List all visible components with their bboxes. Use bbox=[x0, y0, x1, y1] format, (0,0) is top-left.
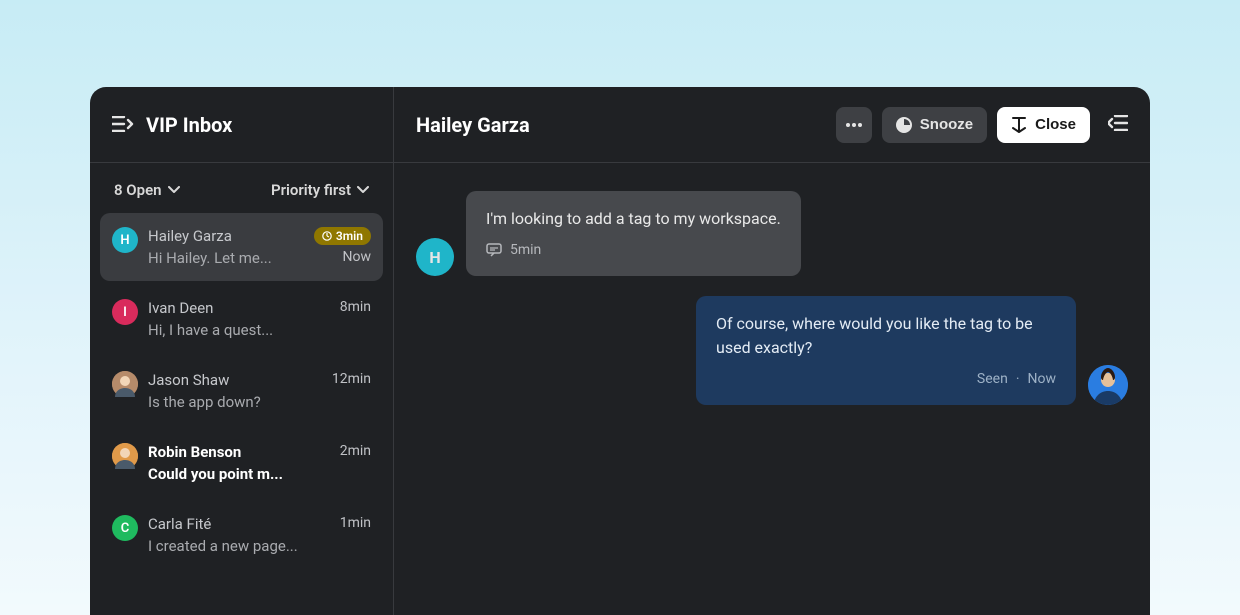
conversation-item[interactable]: C Carla Fité I created a new page... 1min bbox=[100, 501, 383, 569]
conversation-name: Carla Fité bbox=[148, 515, 211, 533]
conversation-side: 12min bbox=[332, 371, 371, 411]
conversation-name: Jason Shaw bbox=[148, 371, 229, 389]
main-header: Hailey Garza Snooze Close bbox=[394, 87, 1150, 163]
sort-filter[interactable]: Priority first bbox=[271, 181, 369, 199]
conversation-title: Hailey Garza bbox=[416, 113, 530, 137]
sort-filter-label: Priority first bbox=[271, 181, 351, 199]
avatar: C bbox=[112, 515, 138, 541]
conversation-name: Hailey Garza bbox=[148, 227, 232, 245]
avatar bbox=[112, 443, 138, 469]
sidebar-header: VIP Inbox bbox=[90, 87, 393, 163]
outgoing-time: Now bbox=[1028, 369, 1057, 389]
conversation-name: Robin Benson bbox=[148, 443, 241, 461]
sla-badge: 3min bbox=[314, 227, 371, 245]
conversation-item[interactable]: I Ivan Deen Hi, I have a quest... 8min bbox=[100, 285, 383, 353]
conversation-side: 2min bbox=[340, 443, 371, 483]
incoming-message-time: 5min bbox=[510, 240, 541, 260]
conversation-preview: Could you point m... bbox=[148, 465, 330, 483]
conversation-list: H Hailey Garza Hi Hailey. Let me... 3min Now… bbox=[90, 213, 393, 569]
conversation-time: 8min bbox=[340, 299, 371, 315]
ellipsis-icon bbox=[846, 123, 862, 127]
archive-icon bbox=[1011, 117, 1027, 133]
incoming-message-row: H I'm looking to add a tag to my workspa… bbox=[416, 191, 1128, 276]
main-panel: Hailey Garza Snooze Close bbox=[394, 87, 1150, 615]
inbox-title: VIP Inbox bbox=[146, 113, 232, 137]
filter-bar: 8 Open Priority first bbox=[90, 163, 393, 213]
incoming-message-bubble: I'm looking to add a tag to my workspace… bbox=[466, 191, 801, 276]
conversation-body: Jason Shaw Is the app down? bbox=[148, 371, 322, 411]
chevron-down-icon bbox=[357, 186, 369, 194]
incoming-message-meta: 5min bbox=[486, 240, 781, 260]
close-button[interactable]: Close bbox=[997, 107, 1090, 143]
conversation-preview: I created a new page... bbox=[148, 537, 330, 555]
conversation-side: 8min bbox=[340, 299, 371, 339]
conversation-preview: Hi, I have a quest... bbox=[148, 321, 330, 339]
timer-icon bbox=[322, 231, 332, 241]
snooze-button[interactable]: Snooze bbox=[882, 107, 987, 143]
conversation-item[interactable]: H Hailey Garza Hi Hailey. Let me... 3min Now bbox=[100, 213, 383, 281]
conversation-body: Robin Benson Could you point m... bbox=[148, 443, 330, 483]
conversation-side: 1min bbox=[340, 515, 371, 555]
app-window: VIP Inbox 8 Open Priority first H Hailey … bbox=[90, 87, 1150, 615]
agent-avatar bbox=[1088, 365, 1128, 405]
reply-icon bbox=[486, 243, 502, 257]
meta-dot: · bbox=[1016, 369, 1020, 389]
conversation-time: 12min bbox=[332, 371, 371, 387]
conversation-name: Ivan Deen bbox=[148, 299, 213, 317]
open-filter-label: 8 Open bbox=[114, 181, 162, 199]
conversation-side: 3min Now bbox=[314, 227, 371, 267]
customer-avatar-initial: H bbox=[429, 248, 440, 267]
chevron-down-icon bbox=[168, 186, 180, 194]
conversation-item[interactable]: Jason Shaw Is the app down? 12min bbox=[100, 357, 383, 425]
outgoing-message-bubble: Of course, where would you like the tag … bbox=[696, 296, 1076, 405]
conversation-time: 2min bbox=[340, 443, 371, 459]
conversation-body: Ivan Deen Hi, I have a quest... bbox=[148, 299, 330, 339]
conversation-preview: Is the app down? bbox=[148, 393, 322, 411]
menu-expand-icon[interactable] bbox=[112, 116, 132, 134]
snooze-icon bbox=[896, 117, 912, 133]
conversation-item[interactable]: Robin Benson Could you point m... 2min bbox=[100, 429, 383, 497]
outgoing-message-row: Of course, where would you like the tag … bbox=[416, 296, 1128, 405]
snooze-label: Snooze bbox=[920, 116, 973, 133]
avatar bbox=[112, 371, 138, 397]
outgoing-status: Seen bbox=[977, 369, 1008, 389]
close-label: Close bbox=[1035, 116, 1076, 133]
avatar: H bbox=[112, 227, 138, 253]
avatar: I bbox=[112, 299, 138, 325]
conversation-time: 1min bbox=[340, 515, 371, 531]
more-button[interactable] bbox=[836, 107, 872, 143]
message-thread: H I'm looking to add a tag to my workspa… bbox=[394, 163, 1150, 615]
conversation-body: Carla Fité I created a new page... bbox=[148, 515, 330, 555]
customer-avatar: H bbox=[416, 238, 454, 276]
sidebar: VIP Inbox 8 Open Priority first H Hailey … bbox=[90, 87, 394, 615]
header-actions: Snooze Close bbox=[836, 107, 1128, 143]
open-filter[interactable]: 8 Open bbox=[114, 181, 180, 199]
incoming-message-text: I'm looking to add a tag to my workspace… bbox=[486, 207, 781, 230]
outgoing-message-text: Of course, where would you like the tag … bbox=[716, 312, 1056, 358]
conversation-time: Now bbox=[343, 249, 372, 265]
collapse-panel-icon[interactable] bbox=[1108, 115, 1128, 135]
outgoing-message-meta: Seen · Now bbox=[716, 369, 1056, 389]
conversation-preview: Hi Hailey. Let me... bbox=[148, 249, 304, 267]
conversation-body: Hailey Garza Hi Hailey. Let me... bbox=[148, 227, 304, 267]
